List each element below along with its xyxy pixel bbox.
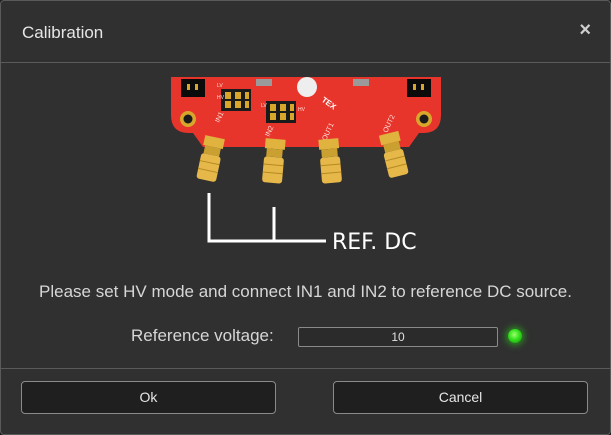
board-diagram: LV HV LV HV TEX IN1 IN2 OUT1 OUT2 REF. D… (171, 77, 441, 255)
header-connector-right (407, 79, 431, 97)
sma-connector-in2 (262, 138, 286, 184)
board-illustration: LV HV LV HV TEX IN1 IN2 OUT1 OUT2 REF. D… (171, 77, 441, 257)
jumper-label-hv2: HV (298, 107, 306, 113)
jumper-label-lv2: LV (261, 103, 267, 109)
jumper-in2 (266, 101, 296, 123)
instruction-text: Please set HV mode and connect IN1 and I… (39, 282, 572, 301)
cancel-button[interactable]: Cancel (333, 381, 588, 414)
header-connector-left (181, 79, 205, 97)
jumper-label-lv1: LV (217, 83, 223, 89)
reference-voltage-row: Reference voltage: (1, 325, 610, 349)
ref-wire (207, 193, 326, 243)
calibration-dialog: Calibration × LV HV LV HV TEX IN1 IN2 OU… (0, 0, 611, 435)
close-icon[interactable]: × (579, 18, 591, 42)
reference-voltage-input[interactable] (298, 327, 498, 347)
jumper-label-hv1: HV (217, 95, 225, 101)
dialog-title: Calibration (22, 23, 104, 42)
status-led-icon (508, 329, 522, 343)
ref-dc-label: REF. DC (332, 230, 417, 255)
ok-button[interactable]: Ok (21, 381, 276, 414)
board-button (297, 77, 317, 97)
jumper-in1 (221, 89, 251, 111)
sma-connector-out1 (318, 138, 342, 184)
dialog-footer: Ok Cancel (1, 368, 610, 435)
reference-voltage-label: Reference voltage: (131, 326, 274, 345)
dialog-header: Calibration × (1, 1, 610, 63)
